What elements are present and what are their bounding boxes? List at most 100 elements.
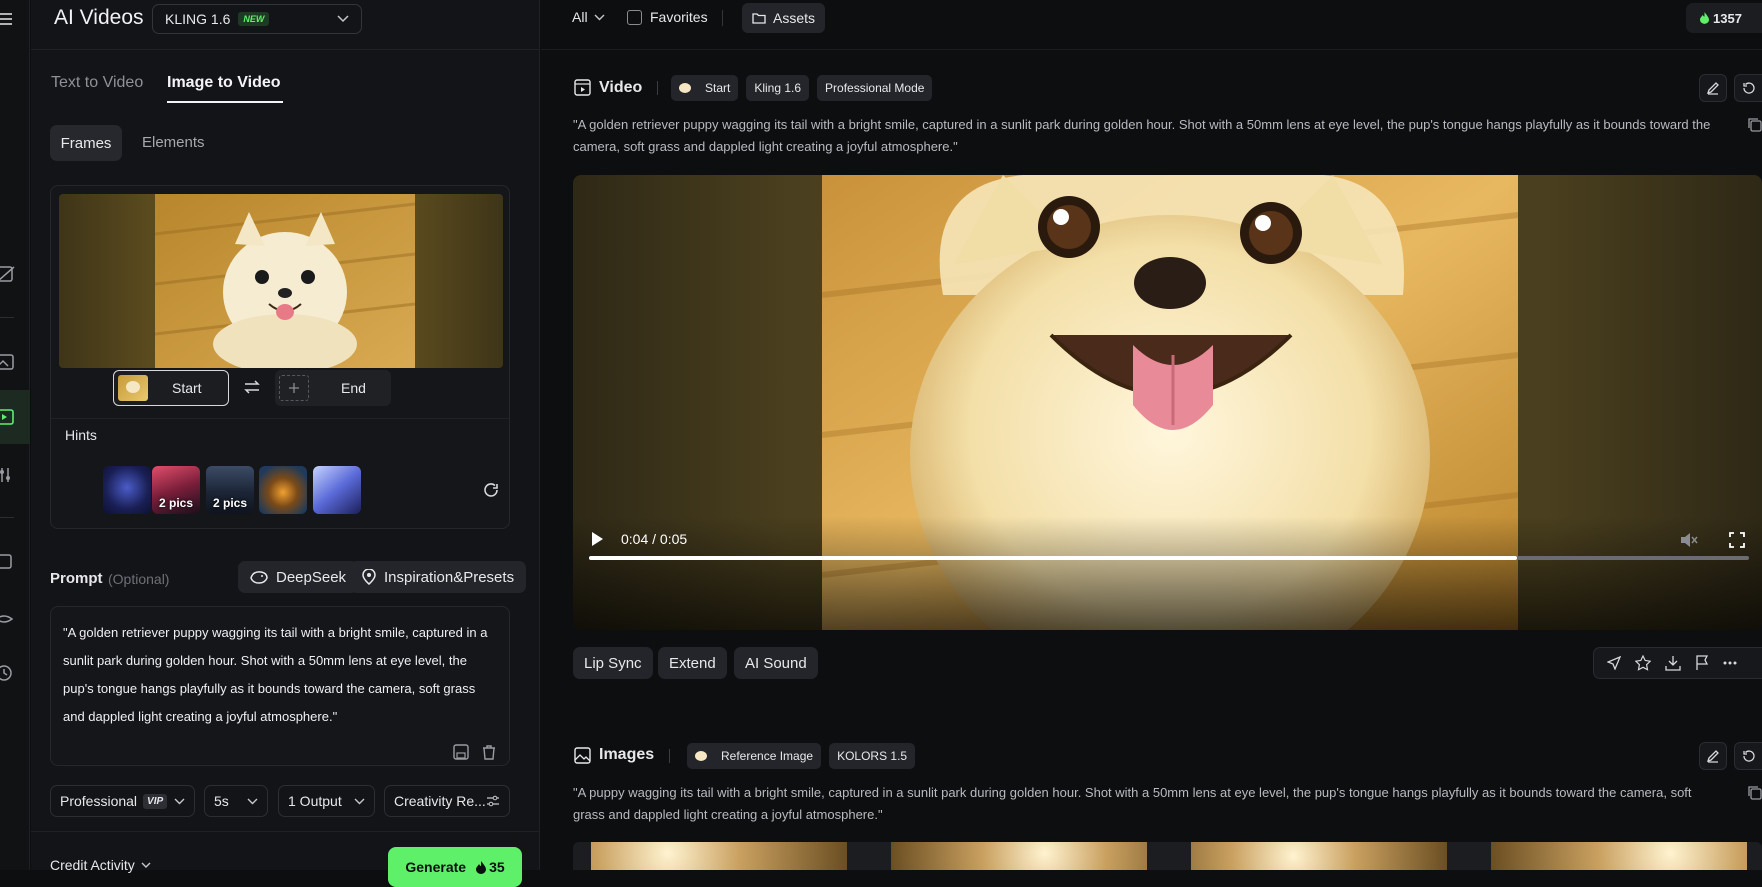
duration-value: 5s [214,793,229,809]
tag-thumb [673,76,697,100]
flame-icon [1700,12,1709,24]
hint-thumb[interactable] [259,466,307,514]
subtab-elements[interactable]: Elements [142,134,205,151]
copy-icon[interactable] [0,546,30,576]
left-panel: AI Videos KLING 1.6 NEW Text to Video Im… [31,0,540,887]
image-result[interactable] [891,842,1147,870]
mute-icon[interactable] [1680,532,1698,548]
regenerate-icon[interactable] [1734,74,1762,102]
inspiration-label: Inspiration&Presets [384,568,515,586]
edit-icon[interactable] [1699,742,1727,770]
deepseek-label: DeepSeek [276,568,347,586]
model-select[interactable]: KLING 1.6 NEW [152,4,362,34]
image-result[interactable] [1491,842,1747,870]
start-label: Start [172,380,202,396]
hint-thumb[interactable] [103,466,151,514]
creativity-select[interactable]: Creativity Re... [384,785,510,817]
divider [657,81,658,95]
page-title: AI Videos [54,6,144,29]
tag-thumb [689,744,713,768]
video-description: "A golden retriever puppy wagging its ta… [573,117,1711,154]
pin-icon [362,569,376,585]
edit-icon[interactable] [1699,74,1727,102]
filter-select[interactable]: All [572,9,605,25]
tab-text-to-video[interactable]: Text to Video [51,74,143,92]
whale-icon [250,571,268,584]
generate-button[interactable]: Generate 35 [388,847,522,887]
icon-rail [0,0,30,870]
assets-label: Assets [773,10,816,26]
swap-icon[interactable] [243,378,261,396]
send-icon[interactable] [1607,656,1621,670]
save-icon[interactable] [453,744,469,760]
tab-image-to-video[interactable]: Image to Video [167,74,281,92]
images-description: "A puppy wagging its tail with a bright … [573,785,1692,822]
ai-sound-button[interactable]: AI Sound [734,647,818,679]
flame-icon [476,860,487,874]
star-icon[interactable] [1635,655,1651,671]
duration-select[interactable]: 5s [204,785,268,817]
regenerate-icon[interactable] [1734,742,1762,770]
vip-badge: VIP [143,793,168,809]
creativity-value: Creativity Re... [394,793,486,809]
video-icon[interactable] [0,402,30,432]
menu-icon[interactable] [0,4,30,34]
hint-thumb[interactable]: 2 pics [206,466,254,514]
subtab-frames[interactable]: Frames [50,125,122,161]
refresh-icon[interactable] [482,481,500,499]
favorites-label: Favorites [650,9,708,25]
reference-tag: Reference Image [687,743,822,769]
prompt-optional: (Optional) [108,571,170,587]
start-frame-preview[interactable] [59,194,503,368]
image-icon[interactable] [0,347,30,377]
video-progress-track[interactable] [589,556,1749,560]
no-image-icon[interactable] [0,259,30,289]
sliders-icon[interactable] [0,460,30,490]
image-result[interactable] [1191,842,1447,870]
divider [722,10,723,26]
credits-badge[interactable]: 1357 [1686,3,1762,33]
lips-icon[interactable] [0,604,30,634]
mode-select[interactable]: Professional VIP [50,785,195,817]
assets-button[interactable]: Assets [742,3,826,33]
lip-sync-button[interactable]: Lip Sync [573,647,653,679]
inspiration-button[interactable]: Inspiration&Presets [350,561,527,593]
folder-icon [752,13,766,24]
dog-video-frame [573,175,1762,630]
video-tags: Start Kling 1.6 Professional Mode [671,75,933,101]
copy-icon[interactable] [1748,118,1762,132]
results-panel: All Favorites Assets 1357 Video Start Kl… [541,0,1762,870]
end-frame-button[interactable]: End [275,370,391,406]
rail-divider [0,517,14,518]
copy-icon[interactable] [1748,786,1762,800]
video-player[interactable]: 0:04 / 0:05 [573,175,1762,630]
video-action-toolbar [1593,647,1762,679]
chevron-down-icon [354,798,365,804]
deepseek-button[interactable]: DeepSeek [238,561,359,593]
download-icon[interactable] [1665,655,1681,671]
favorites-toggle[interactable]: Favorites [627,9,708,25]
image-icon [574,747,591,764]
trash-icon[interactable] [481,744,497,760]
image-result[interactable] [591,842,847,870]
prompt-textarea[interactable]: "A golden retriever puppy wagging its ta… [50,606,510,766]
divider [541,49,1762,50]
mode-tag: Professional Mode [817,75,933,101]
divider [51,418,509,419]
end-label: End [341,380,366,396]
fullscreen-icon[interactable] [1729,532,1745,548]
play-icon[interactable] [590,531,604,547]
output-select[interactable]: 1 Output [278,785,375,817]
start-frame-button[interactable]: Start [113,370,229,406]
history-icon[interactable] [0,658,30,688]
extend-button[interactable]: Extend [658,647,727,679]
hint-thumb[interactable]: 2 pics [152,466,200,514]
flag-icon[interactable] [1695,655,1709,671]
credit-activity-button[interactable]: Credit Activity [50,857,151,873]
more-icon[interactable] [1723,661,1737,665]
sliders-icon [487,795,499,807]
favorites-checkbox[interactable] [627,9,642,25]
dog-image [154,194,416,368]
video-icon [574,79,591,96]
hint-thumb[interactable] [313,466,361,514]
